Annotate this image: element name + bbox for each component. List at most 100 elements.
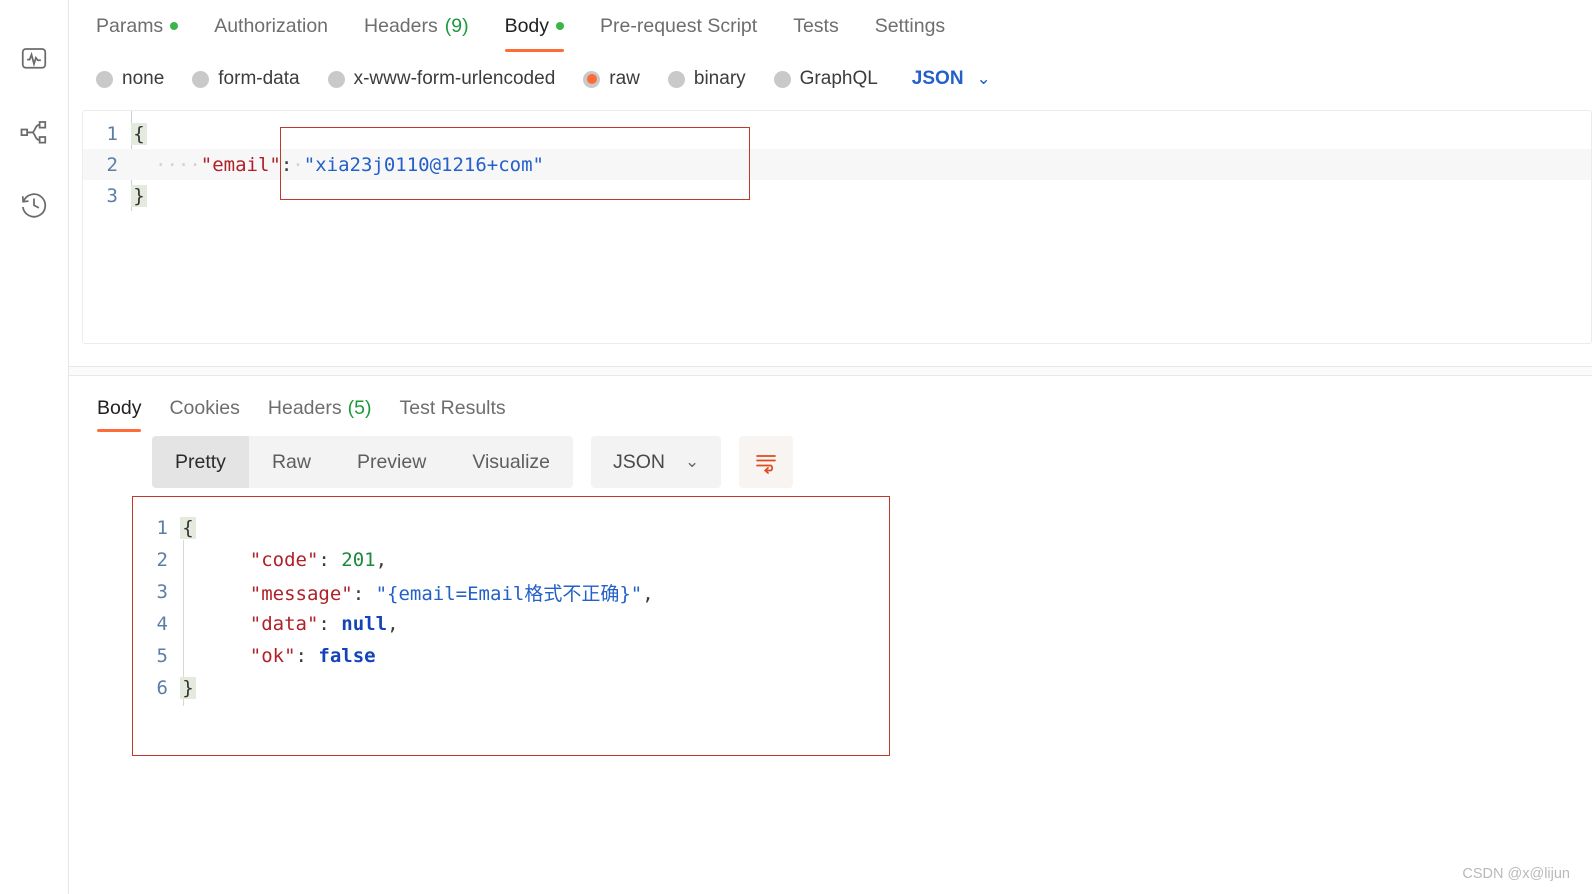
format-label: Raw <box>271 450 311 473</box>
fold-brace[interactable]: } <box>180 677 196 699</box>
code-line: 1 { <box>138 512 890 544</box>
fold-brace[interactable]: } <box>131 184 147 207</box>
response-code-area[interactable]: 1 { 2 "code": 201, 3 "message": "{email=… <box>132 496 890 706</box>
line-number: 2 <box>106 153 118 176</box>
history-icon[interactable] <box>15 186 53 224</box>
body-type-urlencoded[interactable]: x-www-form-urlencoded <box>327 68 556 90</box>
line-number: 3 <box>156 581 168 603</box>
radio-icon <box>192 70 210 88</box>
tab-underline <box>504 49 565 52</box>
code-line: 3 } <box>83 180 1591 211</box>
radio-icon <box>96 70 113 88</box>
body-type-binary[interactable]: binary <box>667 68 746 90</box>
response-language-value: JSON <box>613 450 666 473</box>
modified-dot-icon <box>170 22 179 30</box>
format-raw-button[interactable]: Raw <box>249 436 334 488</box>
monitor-icon[interactable] <box>15 40 53 78</box>
tab-label: Params <box>96 14 164 37</box>
chevron-down-icon: ⌄ <box>685 452 700 471</box>
radio-icon <box>773 70 791 88</box>
body-type-raw[interactable]: raw <box>583 68 640 90</box>
line-content: "message": "{email=Email格式不正确}", <box>249 582 654 605</box>
request-body-editor-container: 1 { 2 ····"email":·"xia23j0110@1216+com"… <box>82 110 1592 344</box>
line-number: 3 <box>106 184 118 207</box>
radio-label: none <box>122 68 165 89</box>
code-line: 5 "ok": false <box>138 640 890 672</box>
radio-label: GraphQL <box>799 68 878 89</box>
line-content: "ok": false <box>249 645 376 667</box>
request-tab-bar: Params Authorization Headers (9) Body Pr… <box>69 0 1592 52</box>
tab-label: Cookies <box>169 396 240 419</box>
flow-icon[interactable] <box>15 113 53 151</box>
response-tab-bar: Body Cookies Headers (5) Test Results <box>69 384 1592 436</box>
line-content: "code": 201, <box>249 549 388 571</box>
code-line: 3 "message": "{email=Email格式不正确}", <box>138 576 890 608</box>
tab-count: (5) <box>347 396 372 419</box>
body-type-graphql[interactable]: GraphQL <box>773 68 878 90</box>
fold-brace[interactable]: { <box>180 517 196 539</box>
radio-label: raw <box>609 68 640 89</box>
response-tab-cookies[interactable]: Cookies <box>155 384 253 432</box>
format-label: Preview <box>356 450 427 473</box>
format-visualize-button[interactable]: Visualize <box>449 436 573 488</box>
code-line: 2 "code": 201, <box>138 544 890 576</box>
response-tab-body[interactable]: Body <box>83 384 155 432</box>
line-number: 2 <box>156 549 168 571</box>
line-number: 6 <box>156 677 168 699</box>
code-line: 4 "data": null, <box>138 608 890 640</box>
tab-settings[interactable]: Settings <box>857 0 963 52</box>
tab-underline <box>97 429 142 432</box>
body-type-radio-group: none form-data x-www-form-urlencoded raw… <box>69 52 1592 106</box>
response-body-container: 1 { 2 "code": 201, 3 "message": "{email=… <box>132 496 890 756</box>
response-format-group: Pretty Raw Preview Visualize <box>152 436 573 488</box>
fold-brace[interactable]: { <box>131 122 147 145</box>
tab-tests[interactable]: Tests <box>775 0 857 52</box>
line-number: 1 <box>106 122 118 145</box>
radio-label: form-data <box>218 68 300 89</box>
request-body-editor[interactable]: 1 { 2 ····"email":·"xia23j0110@1216+com"… <box>82 110 1592 344</box>
code-line: 1 { <box>83 118 1591 149</box>
radio-icon <box>327 70 345 88</box>
tab-label: Headers <box>364 14 438 37</box>
tab-label: Pre-request Script <box>600 14 758 37</box>
wrap-lines-button[interactable] <box>739 436 794 488</box>
radio-icon <box>667 70 685 88</box>
tab-label: Authorization <box>214 14 329 37</box>
request-language-value: JSON <box>911 68 964 89</box>
radio-label: binary <box>693 68 746 89</box>
tab-body[interactable]: Body <box>487 0 582 52</box>
tab-headers[interactable]: Headers (9) <box>346 0 487 52</box>
radio-icon-selected <box>583 70 601 88</box>
tab-label: Test Results <box>399 396 506 419</box>
response-tab-test-results[interactable]: Test Results <box>385 384 519 432</box>
body-type-form-data[interactable]: form-data <box>192 68 300 90</box>
response-toolbar: Pretty Raw Preview Visualize JSON ⌄ <box>69 436 1592 488</box>
tab-params[interactable]: Params <box>96 0 196 52</box>
left-icon-rail <box>0 0 69 894</box>
response-tab-headers[interactable]: Headers (5) <box>254 384 386 432</box>
chevron-down-icon: ⌄ <box>976 69 991 88</box>
line-content: "data": null, <box>249 613 399 635</box>
body-type-none[interactable]: none <box>96 68 164 90</box>
line-content: ····"email":·"xia23j0110@1216+com" <box>155 153 544 176</box>
format-preview-button[interactable]: Preview <box>334 436 449 488</box>
tab-authorization[interactable]: Authorization <box>196 0 346 52</box>
line-number: 1 <box>156 517 168 539</box>
modified-dot-icon <box>556 22 565 30</box>
tab-label: Body <box>97 396 142 419</box>
watermark: CSDN @x@lijun <box>1462 866 1570 882</box>
request-language-select[interactable]: JSON ⌄ <box>912 68 991 90</box>
format-label: Visualize <box>472 450 550 473</box>
code-line: 6 } <box>138 672 890 704</box>
response-language-select[interactable]: JSON ⌄ <box>591 436 722 488</box>
radio-label: x-www-form-urlencoded <box>353 68 556 89</box>
line-number: 5 <box>156 645 168 667</box>
tab-pre-request-script[interactable]: Pre-request Script <box>582 0 775 52</box>
tab-label: Tests <box>793 14 839 37</box>
tab-label: Settings <box>874 14 946 37</box>
panel-divider[interactable] <box>69 366 1592 376</box>
format-label: Pretty <box>175 450 226 473</box>
format-pretty-button[interactable]: Pretty <box>152 436 249 488</box>
request-code-area[interactable]: 1 { 2 ····"email":·"xia23j0110@1216+com"… <box>83 111 1591 211</box>
line-number: 4 <box>156 613 168 635</box>
